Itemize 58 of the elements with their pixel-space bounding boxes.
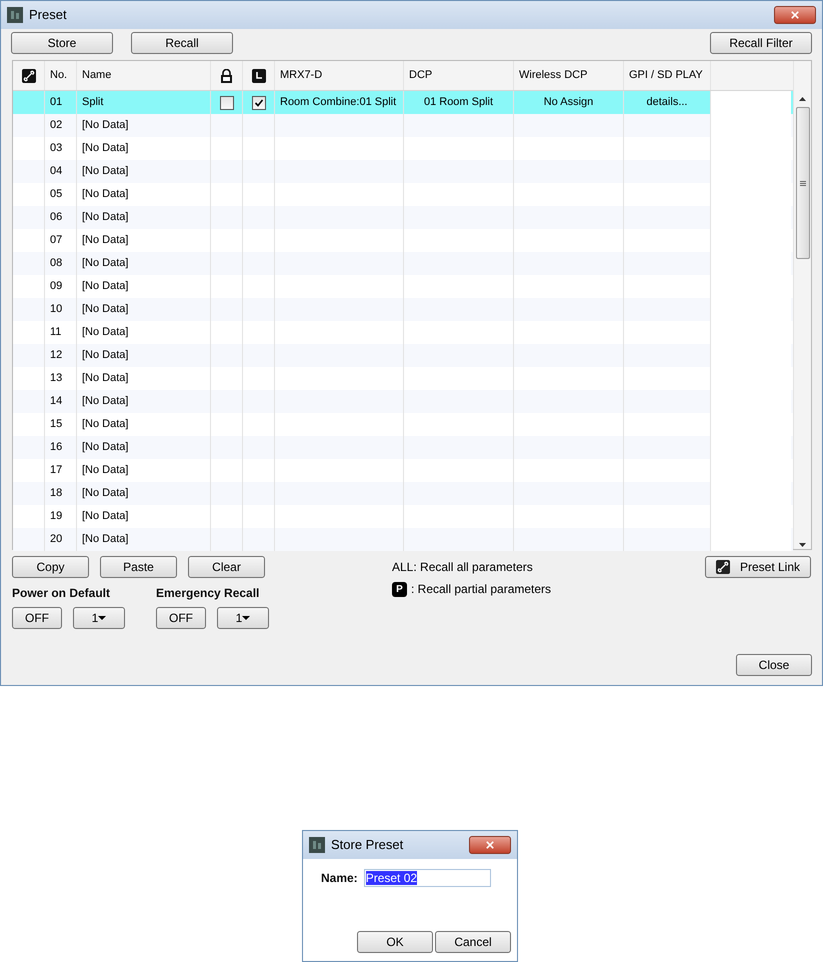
field-label: Name: <box>321 870 358 887</box>
partial-badge: P <box>392 582 407 596</box>
table-row[interactable]: 14 [No Data] <box>13 390 793 413</box>
table-row[interactable]: 18 [No Data] <box>13 482 793 505</box>
legend-key: ALL <box>392 558 414 576</box>
close-window-button[interactable]: Close <box>736 654 812 676</box>
checkbox[interactable] <box>220 96 234 110</box>
name-cell: [No Data] <box>77 528 211 551</box>
table-row[interactable]: 01 Split Room Combine:01 Split 01 Room Split No Assign details... <box>13 91 793 114</box>
column-header: DCP <box>404 61 514 90</box>
legend-text: : Recall all parameters <box>413 559 533 576</box>
table-row[interactable]: 16 [No Data] <box>13 436 793 459</box>
table-row[interactable]: 12 [No Data] <box>13 344 793 367</box>
table-row[interactable]: 20 [No Data] <box>13 528 793 551</box>
name-field[interactable]: Preset 02 <box>364 869 491 887</box>
check-icon <box>254 98 264 108</box>
caret-icon <box>242 616 250 620</box>
preset-link-button[interactable]: Preset Link <box>705 556 811 578</box>
toolbar-button[interactable]: Recall <box>131 32 233 54</box>
number-dropdown[interactable]: 1 <box>73 607 125 629</box>
table-row[interactable]: 02 [No Data] <box>13 114 793 137</box>
table-row[interactable]: 10 [No Data] <box>13 298 793 321</box>
window-title: Preset <box>29 6 68 24</box>
group-label: Emergency Recall <box>156 585 260 602</box>
window-title: Store Preset <box>331 836 404 854</box>
column-header: GPI / SD PLAY <box>624 61 711 90</box>
edit-button[interactable]: Clear <box>188 556 265 578</box>
legend-text: : Recall partial parameters <box>411 581 552 598</box>
grip-icon <box>800 180 806 186</box>
off-toggle[interactable]: OFF <box>12 607 62 629</box>
number-dropdown[interactable]: 1 <box>217 607 269 629</box>
app-icon <box>7 7 23 23</box>
off-toggle[interactable]: OFF <box>156 607 206 629</box>
table-row[interactable]: 04 [No Data] <box>13 160 793 183</box>
column-header: Wireless DCP <box>514 61 624 90</box>
edit-button[interactable]: Copy <box>12 556 89 578</box>
scroll-down-icon <box>799 543 806 547</box>
group-label: Power on Default <box>12 585 112 602</box>
scroll-thumb[interactable] <box>796 107 810 259</box>
table-row[interactable]: 08 [No Data] <box>13 252 793 275</box>
lock-icon <box>220 68 233 82</box>
edit-button[interactable]: Paste <box>100 556 177 578</box>
link-icon <box>716 560 730 574</box>
column-header: Name <box>77 61 211 90</box>
table-row[interactable]: 06 [No Data] <box>13 206 793 229</box>
recall-filter-button[interactable]: Recall Filter <box>710 32 812 54</box>
app-icon <box>309 837 325 853</box>
toolbar-button[interactable]: Store <box>11 32 113 54</box>
dialog-button[interactable]: OK <box>357 931 433 953</box>
checkbox[interactable] <box>252 96 266 110</box>
scroll-up-icon <box>799 97 806 101</box>
number-cell: 20 <box>45 528 77 551</box>
column-header: MRX7-D <box>275 61 404 90</box>
dialog-button[interactable]: Cancel <box>435 931 511 953</box>
column-header: No. <box>45 61 77 90</box>
caret-icon <box>98 616 106 620</box>
scrollbar[interactable] <box>793 61 811 549</box>
link-icon <box>22 68 36 82</box>
